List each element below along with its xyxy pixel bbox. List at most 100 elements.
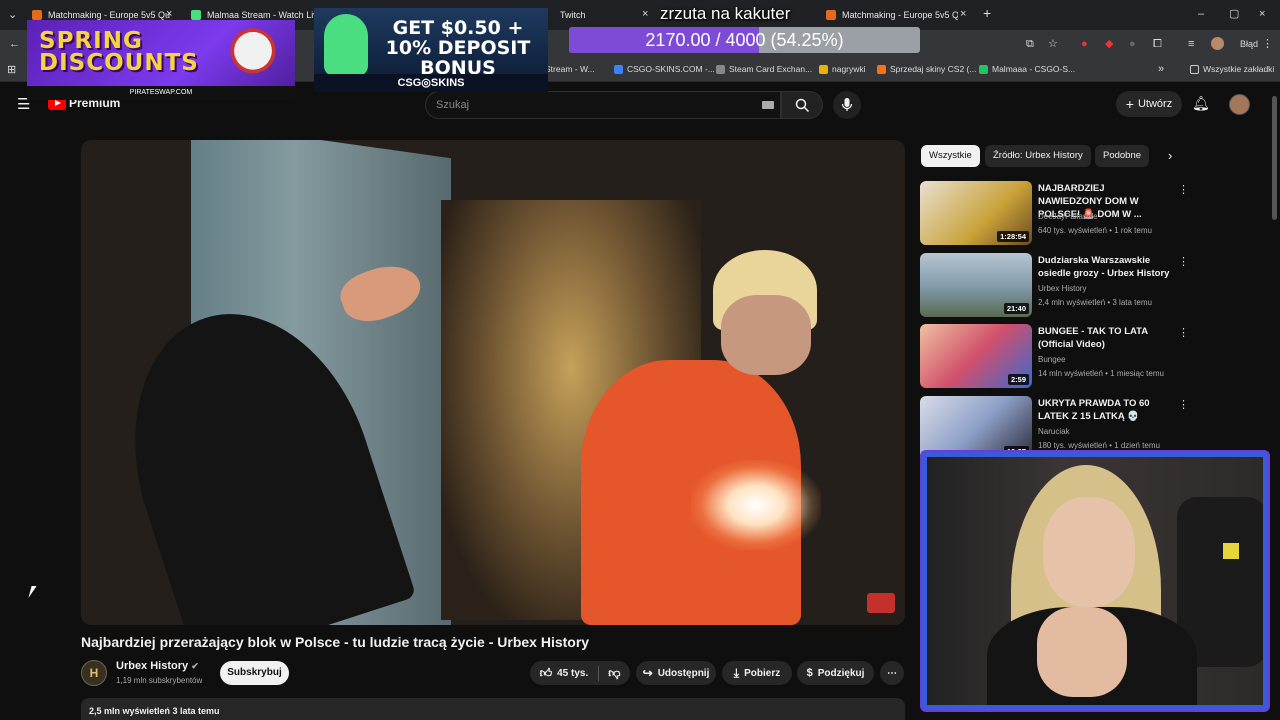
video-meta: 2,4 mln wyświetleń • 3 lata temu bbox=[1038, 298, 1152, 307]
bookmark-item[interactable]: nagrywki bbox=[819, 64, 866, 74]
media-icon[interactable]: ≡ bbox=[1188, 38, 1194, 50]
kick-icon bbox=[191, 10, 201, 20]
folder-icon bbox=[1190, 64, 1199, 74]
mascot-head bbox=[324, 14, 368, 76]
download-button[interactable]: ⤓ Pobierz bbox=[722, 661, 792, 685]
recommended-video[interactable]: 21:40 Dudziarska Warszawskie osiedle gro… bbox=[920, 253, 1190, 319]
scrollbar-thumb[interactable] bbox=[1272, 96, 1277, 220]
more-vertical-icon[interactable]: ⋮ bbox=[1178, 183, 1189, 196]
profile-error-label[interactable]: Błąd bbox=[1240, 38, 1258, 50]
channel-name[interactable]: Bungee bbox=[1038, 355, 1066, 364]
more-actions-button[interactable]: ⋯ bbox=[880, 661, 904, 685]
extension-icon[interactable]: ● bbox=[1081, 38, 1088, 50]
channel-name[interactable]: Naruciak bbox=[1038, 427, 1070, 436]
voice-search-button[interactable] bbox=[833, 91, 861, 119]
thumbs-down-icon: 👎︎ bbox=[608, 665, 621, 680]
chevron-right-icon[interactable]: › bbox=[1168, 148, 1172, 163]
tab-title: Malmaa Stream - Watch Live o bbox=[207, 10, 316, 20]
faceit-icon bbox=[826, 10, 836, 20]
streamer-face bbox=[1043, 497, 1135, 607]
more-vertical-icon[interactable]: ⋮ bbox=[1178, 326, 1189, 339]
video-title[interactable]: BUNGEE - TAK TO LATA (Official Video) bbox=[1038, 325, 1170, 351]
subscribe-button[interactable]: Subskrybuj bbox=[220, 661, 289, 685]
dislike-button[interactable]: 👎︎ bbox=[604, 666, 620, 681]
search-button[interactable] bbox=[781, 91, 823, 119]
browser-tab[interactable]: Twitch bbox=[560, 4, 620, 26]
keyboard-icon[interactable] bbox=[762, 101, 774, 109]
recommended-video[interactable]: 2:59 BUNGEE - TAK TO LATA (Official Vide… bbox=[920, 324, 1190, 390]
all-bookmarks-label: Wszystkie zakładki bbox=[1203, 64, 1275, 74]
chip-from-channel[interactable]: Źródło: Urbex History bbox=[985, 145, 1091, 167]
close-icon[interactable]: × bbox=[166, 8, 172, 20]
chip-related[interactable]: Podobne bbox=[1095, 145, 1150, 167]
donation-goal-title: zrzuta na kakuter bbox=[660, 4, 791, 23]
new-tab-icon[interactable]: + bbox=[983, 6, 991, 20]
video-title[interactable]: UKRYTA PRAWDA TO 60 LATEK Z 15 LATKĄ 💀 bbox=[1038, 397, 1170, 423]
video-title[interactable]: Dudziarska Warszawskie osiedle grozy - U… bbox=[1038, 254, 1170, 280]
bookmark-item[interactable]: CSGO-SKINS.COM -... bbox=[614, 64, 715, 74]
channel-name[interactable]: Urbex History ✔ bbox=[116, 660, 199, 672]
bookmark-label: Malmaaa - CSGO-S... bbox=[992, 64, 1076, 74]
recommended-video[interactable]: 1:28:54 NAJBARDZIEJ NAWIEDZONY DOM W POL… bbox=[920, 181, 1190, 247]
csgo-skins-ad[interactable]: GET $0.50 + 10% DEPOSIT BONUS CSG◎SKINS bbox=[314, 8, 548, 92]
back-icon[interactable]: ← bbox=[9, 38, 20, 50]
browser-tab[interactable]: Matchmaking - Europe 5v5 Qu bbox=[826, 4, 958, 26]
bookmark-label: nagrywki bbox=[832, 64, 866, 74]
bookmark-label: CSGO-SKINS.COM -... bbox=[627, 64, 715, 74]
bookmark-item[interactable]: Stream - W... bbox=[545, 64, 595, 74]
channel-name[interactable]: Urbex History bbox=[1038, 284, 1086, 293]
chip-all[interactable]: Wszystkie bbox=[921, 145, 980, 167]
tab-search-icon[interactable]: ⌄ bbox=[8, 9, 17, 21]
bookmark-item[interactable]: Malmaaa - CSGO-S... bbox=[979, 64, 1075, 74]
bookmark-star-icon[interactable]: ☆ bbox=[1048, 38, 1058, 50]
more-menu-icon[interactable]: ⋮ bbox=[1262, 38, 1273, 50]
close-icon[interactable]: × bbox=[960, 8, 966, 20]
search-input[interactable]: Szukaj bbox=[425, 91, 781, 119]
video-meta: 180 tys. wyświetleń • 1 dzień temu bbox=[1038, 441, 1160, 450]
channel-name-text: Urbex History bbox=[116, 660, 189, 672]
video-thumbnail[interactable]: 12:27 bbox=[920, 396, 1032, 460]
close-icon[interactable]: × bbox=[642, 8, 648, 20]
like-count: 45 tys. bbox=[557, 667, 589, 679]
video-thumbnail[interactable]: 21:40 bbox=[920, 253, 1032, 317]
subscriber-count: 1,19 mln subskrybentów bbox=[116, 676, 203, 685]
profile-avatar[interactable] bbox=[1211, 37, 1224, 50]
bookmark-item[interactable]: Steam Card Exchan... bbox=[716, 64, 812, 74]
share-button[interactable]: ↪ Udostępnij bbox=[636, 661, 716, 685]
tab-title: Matchmaking - Europe 5v5 Qu bbox=[48, 10, 171, 20]
ad-headline: SPRING DISCOUNTS bbox=[39, 28, 199, 76]
video-duration: 1:28:54 bbox=[997, 231, 1029, 242]
channel-name[interactable]: DeeJayPallaside bbox=[1038, 212, 1098, 221]
like-button[interactable]: 👍︎ 45 tys. bbox=[540, 665, 600, 681]
video-duration: 21:40 bbox=[1003, 303, 1029, 314]
donation-goal-bar: 2170.00 / 4000 (54.25%) bbox=[569, 27, 920, 53]
desk-toy bbox=[1223, 543, 1239, 559]
video-player[interactable] bbox=[81, 140, 905, 625]
more-vertical-icon[interactable]: ⋮ bbox=[1178, 255, 1189, 268]
extension-icon[interactable]: ◆ bbox=[1105, 38, 1113, 50]
more-vertical-icon[interactable]: ⋮ bbox=[1178, 398, 1189, 411]
video-thumbnail[interactable]: 1:28:54 bbox=[920, 181, 1032, 245]
maximize-icon[interactable]: ▢ bbox=[1229, 8, 1239, 20]
all-bookmarks[interactable]: Wszystkie zakładki bbox=[1190, 64, 1274, 74]
more-bookmarks-icon[interactable]: » bbox=[1158, 63, 1164, 75]
faceit-icon bbox=[32, 10, 42, 20]
extension-icon[interactable]: ● bbox=[1129, 38, 1136, 50]
close-window-icon[interactable]: × bbox=[1259, 8, 1265, 20]
install-icon[interactable]: ⧉ bbox=[1026, 38, 1034, 50]
streamer-hands bbox=[1037, 607, 1127, 697]
notifications-bell-icon[interactable]: 🔔︎ bbox=[1192, 95, 1210, 112]
extensions-puzzle-icon[interactable]: ⧠ bbox=[1153, 38, 1162, 50]
apps-grid-icon[interactable]: ⊞ bbox=[7, 64, 16, 76]
minimize-icon[interactable]: – bbox=[1198, 8, 1204, 20]
folder-icon bbox=[819, 64, 828, 74]
account-avatar[interactable] bbox=[1229, 94, 1250, 115]
channel-avatar[interactable]: H bbox=[81, 660, 107, 686]
spring-discounts-ad[interactable]: SPRING DISCOUNTS PIRATESWAP.COM bbox=[27, 20, 295, 100]
video-duration: 2:59 bbox=[1007, 374, 1029, 385]
thanks-button[interactable]: $ Podziękuj bbox=[797, 661, 874, 685]
bookmark-item[interactable]: Sprzedaj skiny CS2 (... bbox=[877, 64, 976, 74]
video-thumbnail[interactable]: 2:59 bbox=[920, 324, 1032, 388]
subscribe-watermark-icon[interactable] bbox=[867, 593, 895, 613]
create-button[interactable]: + Utwórz bbox=[1116, 91, 1182, 117]
